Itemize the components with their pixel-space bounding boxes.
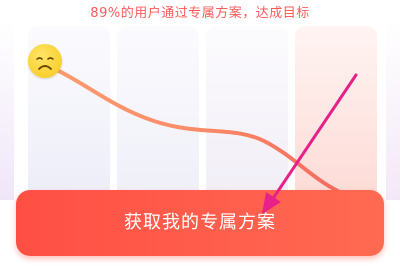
left-edge-decoration: [0, 20, 14, 200]
get-plan-button[interactable]: 获取我的专属方案: [16, 190, 384, 256]
sad-face-icon: [28, 44, 62, 78]
trend-curve: [42, 62, 346, 196]
screen: 89%的用户通过专属方案，达成目标 获取我的专属方案: [0, 0, 400, 266]
trend-line: [42, 62, 346, 196]
success-rate-subtitle: 89%的用户通过专属方案，达成目标: [90, 6, 310, 21]
right-edge-decoration: [386, 20, 400, 200]
